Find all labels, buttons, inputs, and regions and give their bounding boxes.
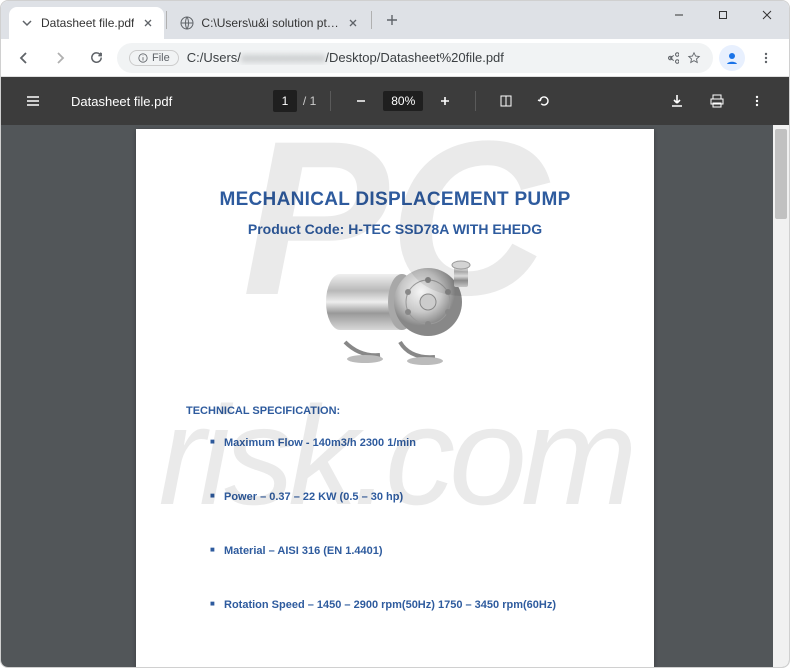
rotate-icon[interactable] [528, 85, 560, 117]
list-item: Maximum Flow - 140m3/h 2300 1/min [210, 437, 604, 449]
kebab-menu-icon[interactable] [741, 85, 773, 117]
divider [371, 11, 372, 29]
close-window-button[interactable] [745, 1, 789, 29]
minimize-button[interactable] [657, 1, 701, 29]
info-icon [138, 53, 148, 63]
zoom-level: 80% [383, 91, 423, 111]
forward-button[interactable] [45, 43, 75, 73]
pdf-filename: Datasheet file.pdf [71, 94, 172, 109]
product-image [310, 247, 480, 377]
maximize-button[interactable] [701, 1, 745, 29]
close-icon[interactable] [345, 15, 361, 31]
titlebar: Datasheet file.pdf C:\Users\u&i solution… [1, 1, 789, 39]
kebab-menu-icon[interactable] [751, 43, 781, 73]
tab-datasheet[interactable]: Datasheet file.pdf [9, 7, 164, 39]
close-icon[interactable] [140, 15, 156, 31]
profile-avatar[interactable] [719, 45, 745, 71]
print-icon[interactable] [701, 85, 733, 117]
pdf-actions [661, 85, 773, 117]
address-bar: File C:/Users/xxxxxxxxxxxxx/Desktop/Data… [1, 39, 789, 77]
divider [330, 91, 331, 111]
vertical-scrollbar[interactable] [773, 125, 789, 667]
document-subtitle: Product Code: H-TEC SSD78A WITH EHEDG [186, 221, 604, 237]
spec-list: Maximum Flow - 140m3/h 2300 1/min Power … [186, 437, 604, 611]
star-icon[interactable] [687, 51, 701, 65]
list-item: Power – 0.37 – 22 KW (0.5 – 30 hp) [210, 491, 604, 503]
pdf-viewport[interactable]: MECHANICAL DISPLACEMENT PUMP Product Cod… [1, 125, 789, 667]
file-label: File [152, 52, 170, 64]
tab-title: C:\Users\u&i solution pty\Desk… [201, 16, 339, 30]
page-number-input[interactable] [273, 90, 297, 112]
zoom-in-button[interactable] [429, 85, 461, 117]
document-title: MECHANICAL DISPLACEMENT PUMP [186, 189, 604, 211]
globe-icon [179, 15, 195, 31]
divider [166, 11, 167, 29]
section-heading: TECHNICAL SPECIFICATION: [186, 405, 604, 417]
scroll-thumb[interactable] [775, 129, 787, 219]
pdf-toolbar: Datasheet file.pdf / 1 80% [1, 77, 789, 125]
zoom-out-button[interactable] [345, 85, 377, 117]
list-item: Material – AISI 316 (EN 1.4401) [210, 545, 604, 557]
tab-secondary[interactable]: C:\Users\u&i solution pty\Desk… [169, 7, 369, 39]
hamburger-icon[interactable] [17, 85, 49, 117]
window-controls [657, 1, 789, 39]
fit-page-icon[interactable] [490, 85, 522, 117]
back-button[interactable] [9, 43, 39, 73]
file-origin-pill: File [129, 50, 179, 66]
reload-button[interactable] [81, 43, 111, 73]
share-icon[interactable] [665, 51, 679, 65]
tab-strip: Datasheet file.pdf C:\Users\u&i solution… [1, 1, 657, 39]
browser-window: Datasheet file.pdf C:\Users\u&i solution… [0, 0, 790, 668]
pdf-page: MECHANICAL DISPLACEMENT PUMP Product Cod… [136, 129, 654, 667]
pdf-page-controls: / 1 80% [273, 85, 560, 117]
page-total: / 1 [303, 94, 316, 108]
omnibox[interactable]: File C:/Users/xxxxxxxxxxxxx/Desktop/Data… [117, 43, 713, 73]
divider [475, 91, 476, 111]
list-item: Rotation Speed – 1450 – 2900 rpm(50Hz) 1… [210, 599, 604, 611]
url-text: C:/Users/xxxxxxxxxxxxx/Desktop/Datasheet… [187, 50, 657, 65]
download-icon[interactable] [661, 85, 693, 117]
new-tab-button[interactable] [378, 6, 406, 34]
tab-title: Datasheet file.pdf [41, 16, 134, 30]
chevron-down-icon [19, 15, 35, 31]
